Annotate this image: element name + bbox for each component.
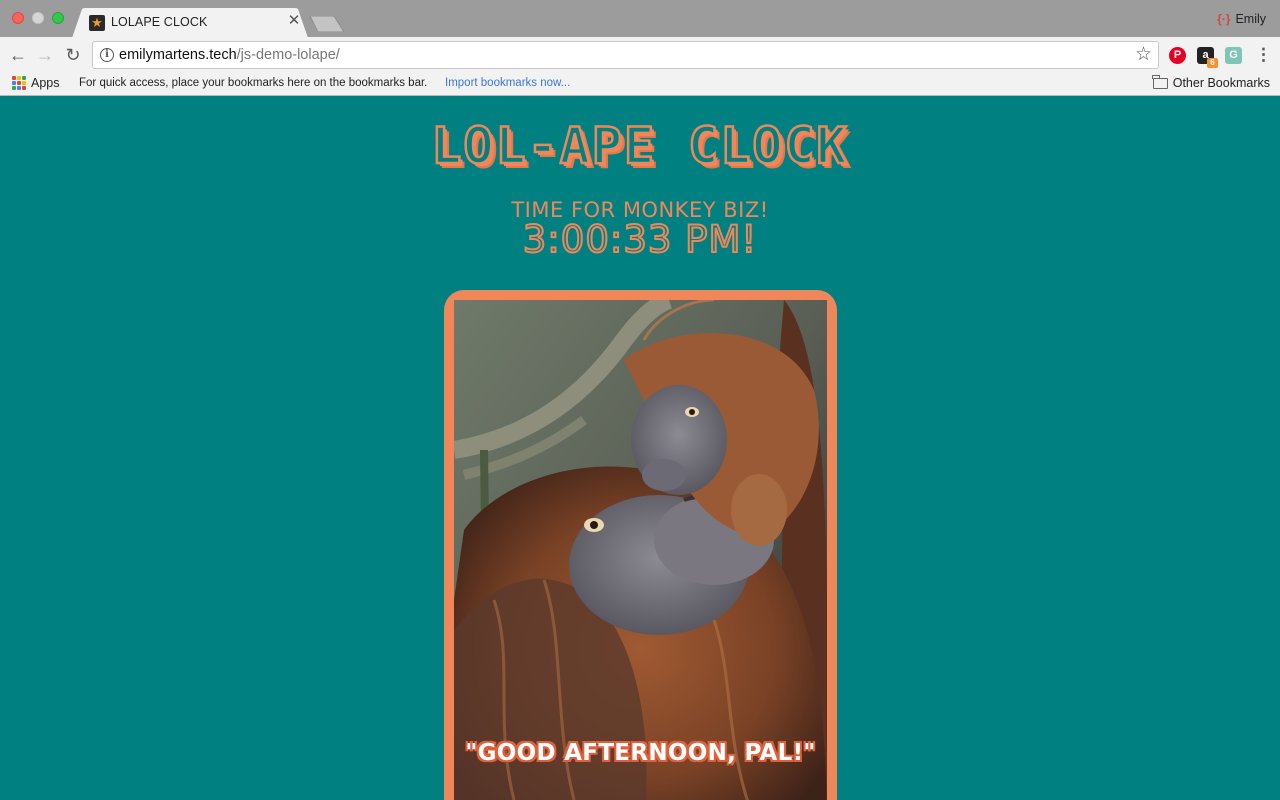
url-path: /js-demo-lolape/	[236, 47, 340, 63]
reload-icon[interactable]: ↻	[63, 45, 83, 65]
tab-strip: ★ LOLAPE CLOCK ✕ {·} Emily	[0, 0, 1280, 38]
folder-icon	[1152, 74, 1168, 89]
close-window-button[interactable]	[12, 12, 24, 24]
forward-arrow-icon[interactable]: →	[35, 45, 55, 65]
apps-label: Apps	[31, 76, 60, 90]
bookmarks-bar: Apps For quick access, place your bookma…	[0, 73, 1280, 96]
clock-time: 3:00:33 PM!	[522, 217, 758, 262]
tab-active[interactable]: ★ LOLAPE CLOCK ✕	[72, 8, 308, 38]
page-content: LOL-APE CLOCK TIME FOR MONKEY BIZ! 3:00:…	[0, 97, 1280, 800]
minimize-window-button[interactable]	[32, 12, 44, 24]
grammarly-extension-icon[interactable]: G	[1225, 47, 1242, 64]
apps-shortcut[interactable]: Apps	[12, 76, 60, 90]
other-bookmarks-label: Other Bookmarks	[1172, 76, 1270, 90]
profile-button[interactable]: {·} Emily	[1217, 12, 1266, 26]
info-icon[interactable]: i	[100, 48, 114, 62]
pinterest-extension-icon[interactable]: P	[1169, 47, 1186, 64]
profile-name: Emily	[1235, 12, 1266, 26]
close-tab-icon[interactable]: ✕	[286, 13, 302, 29]
orangutan-photo: "GOOD AFTERNOON, PAL!"	[454, 300, 827, 800]
photo-caption: "GOOD AFTERNOON, PAL!"	[465, 740, 816, 766]
orangutan-illustration	[454, 300, 827, 800]
photo-frame: "GOOD AFTERNOON, PAL!"	[444, 290, 837, 800]
other-bookmarks-button[interactable]: Other Bookmarks	[1152, 74, 1270, 90]
tab-title: LOLAPE CLOCK	[111, 15, 208, 29]
browser-toolbar: ← → ↻ i emilymartens.tech/js-demo-lolape…	[0, 37, 1280, 73]
import-bookmarks-link[interactable]: Import bookmarks now...	[445, 77, 570, 89]
profile-icon: {·}	[1217, 12, 1231, 26]
url-host: emilymartens.tech	[119, 47, 237, 63]
new-tab-button[interactable]	[310, 16, 344, 32]
maximize-window-button[interactable]	[52, 12, 64, 24]
bookmark-star-icon[interactable]: ☆	[1135, 44, 1152, 66]
star-favicon-icon: ★	[89, 15, 105, 31]
bookmarks-hint: For quick access, place your bookmarks h…	[79, 77, 428, 89]
back-arrow-icon[interactable]: ←	[8, 45, 28, 65]
url-text[interactable]: emilymartens.tech/js-demo-lolape/	[119, 47, 340, 63]
amazon-extension-icon[interactable]: a6	[1197, 47, 1218, 68]
extension-badge: 6	[1207, 58, 1218, 68]
menu-kebab-icon[interactable]: ⋮	[1255, 46, 1272, 64]
apps-grid-icon	[12, 76, 26, 90]
page-title: LOL-APE CLOCK	[430, 116, 849, 177]
address-bar[interactable]: i emilymartens.tech/js-demo-lolape/ ☆	[92, 41, 1159, 69]
